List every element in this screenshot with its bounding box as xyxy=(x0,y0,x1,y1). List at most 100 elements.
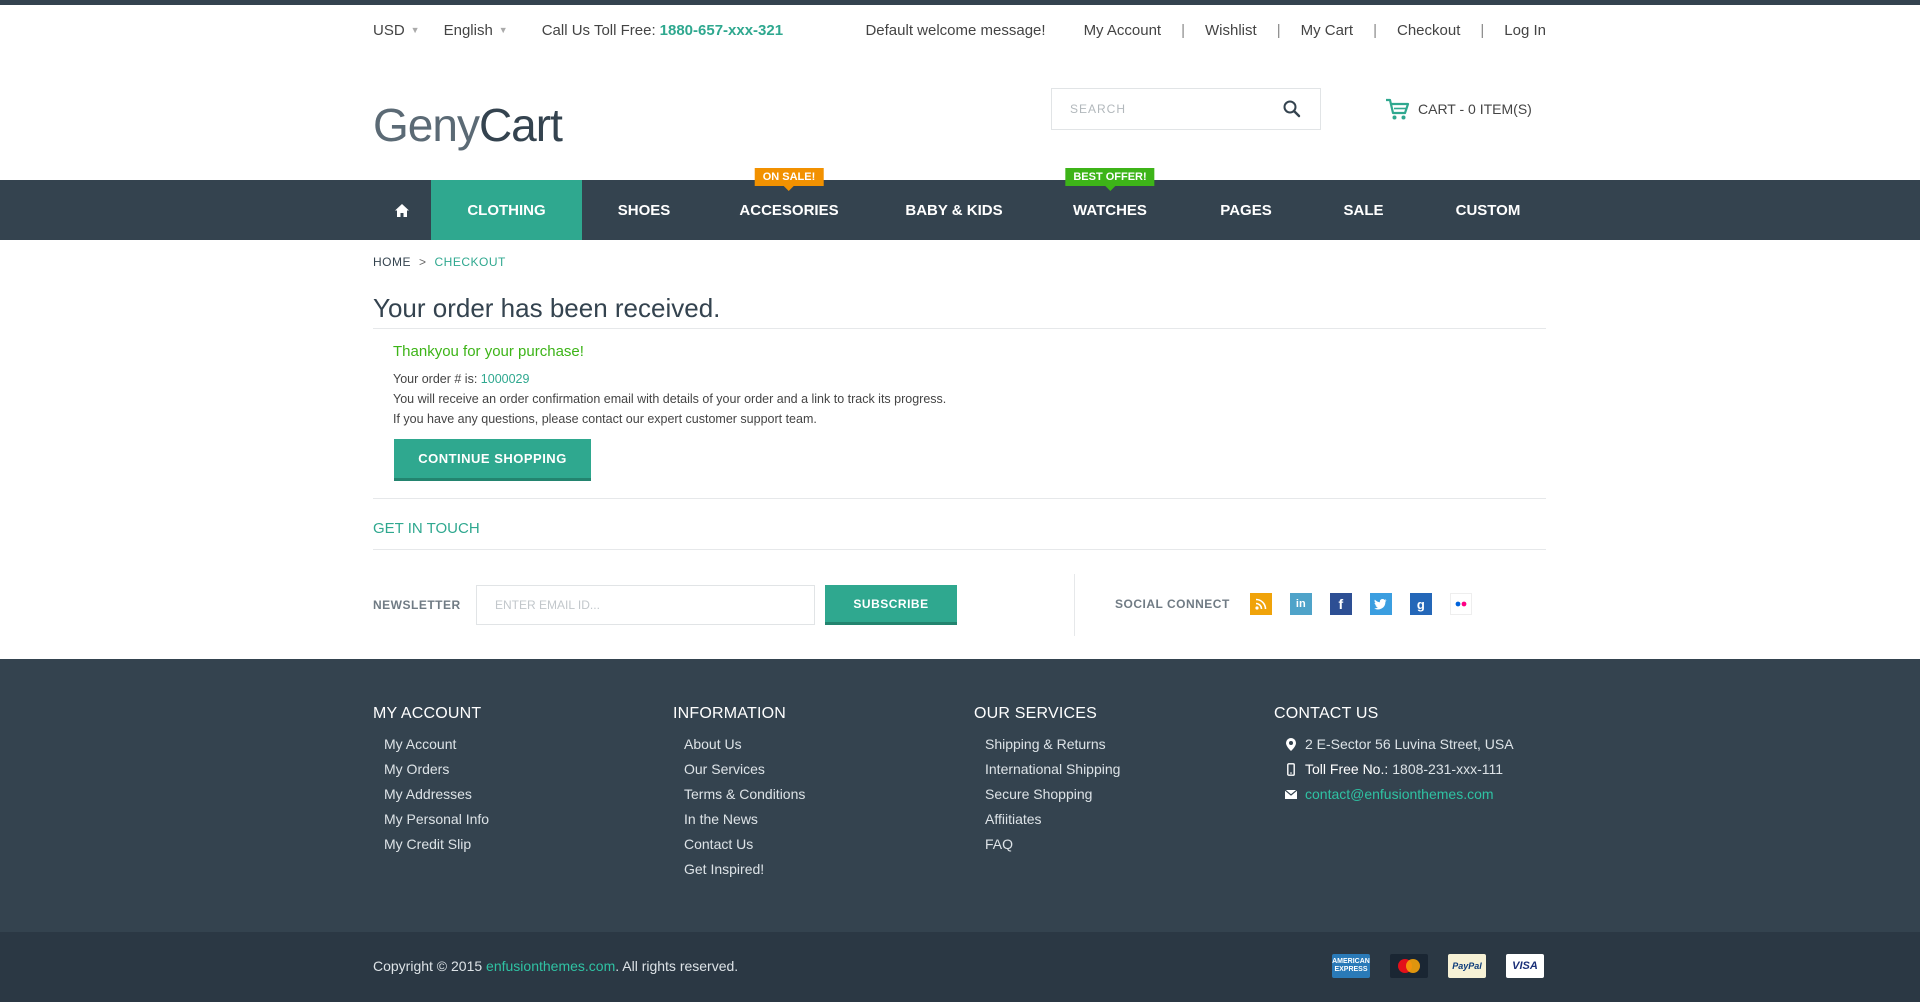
language-dropdown[interactable]: English ▼ xyxy=(444,22,508,39)
nav-pages[interactable]: PAGES xyxy=(1184,180,1308,240)
newsletter-label: NEWSLETTER xyxy=(373,598,461,612)
on-sale-badge: ON SALE! xyxy=(754,168,824,191)
facebook-icon[interactable]: f xyxy=(1329,593,1352,615)
search-input[interactable] xyxy=(1070,102,1282,116)
currency-value: USD xyxy=(373,21,405,39)
logo-bold-text: Cart xyxy=(478,99,563,151)
cart-icon xyxy=(1386,98,1410,120)
nav-home[interactable] xyxy=(373,180,431,240)
site-footer: MY ACCOUNT My Account My Orders My Addre… xyxy=(0,659,1920,932)
subscribe-button[interactable]: SUBSCRIBE xyxy=(825,585,957,625)
vertical-divider xyxy=(1074,574,1075,636)
footer-link[interactable]: My Orders xyxy=(384,757,489,782)
currency-dropdown[interactable]: USD ▼ xyxy=(373,22,420,39)
site-logo[interactable]: GenyCart xyxy=(373,98,563,152)
rss-icon[interactable] xyxy=(1249,593,1272,615)
newsletter-email-input[interactable] xyxy=(476,585,815,625)
copyright-text: Copyright © 2015 enfusionthemes.com. All… xyxy=(373,958,738,974)
footer-link[interactable]: My Personal Info xyxy=(384,807,489,832)
breadcrumb-home[interactable]: HOME xyxy=(373,255,411,269)
account-links: Default welcome message! My Account | Wi… xyxy=(865,22,1546,39)
footer-link[interactable]: FAQ xyxy=(985,832,1120,857)
email-link[interactable]: contact@enfusionthemes.com xyxy=(1305,782,1494,807)
footer-link[interactable]: About Us xyxy=(684,732,805,757)
support-text: If you have any questions, please contac… xyxy=(393,412,817,426)
nav-label: SALE xyxy=(1343,201,1384,219)
search-icon[interactable] xyxy=(1282,99,1302,119)
my-account-link[interactable]: My Account xyxy=(1084,22,1162,39)
linkedin-icon[interactable]: in xyxy=(1289,593,1312,615)
nav-label: BABY & KIDS xyxy=(905,201,1003,219)
nav-baby-kids[interactable]: BABY & KIDS xyxy=(872,180,1036,240)
login-link[interactable]: Log In xyxy=(1504,22,1546,39)
checkout-link[interactable]: Checkout xyxy=(1397,22,1460,39)
footer-link[interactable]: Terms & Conditions xyxy=(684,782,805,807)
nav-label: WATCHES xyxy=(1073,201,1147,219)
payment-methods: AMERICAN EXPRESS PayPal VISA xyxy=(1332,954,1544,978)
visa-text: VISA xyxy=(1512,960,1538,972)
nav-accessories[interactable]: ON SALE! ACCESORIES xyxy=(706,168,872,240)
language-value: English xyxy=(443,21,493,39)
my-cart-link[interactable]: My Cart xyxy=(1301,22,1354,39)
cart-label: CART - 0 ITEM(S) xyxy=(1418,101,1532,117)
footer-my-account: MY ACCOUNT My Account My Orders My Addre… xyxy=(373,705,489,857)
site-header: GenyCart CART - 0 ITEM(S) xyxy=(373,70,1546,180)
thanks-message: Thankyou for your purchase! xyxy=(393,343,584,360)
footer-link[interactable]: Get Inspired! xyxy=(684,857,805,882)
footer-heading: MY ACCOUNT xyxy=(373,705,482,722)
confirmation-text: You will receive an order confirmation e… xyxy=(393,392,947,406)
nav-shoes[interactable]: SHOES xyxy=(582,180,706,240)
nav-watches[interactable]: BEST OFFER! WATCHES xyxy=(1036,168,1184,240)
footer-link[interactable]: Our Services xyxy=(684,757,805,782)
nav-custom[interactable]: CUSTOM xyxy=(1419,180,1557,240)
divider: | xyxy=(1373,21,1377,39)
footer-link[interactable]: My Credit Slip xyxy=(384,832,489,857)
logo-light-text: Geny xyxy=(373,99,480,151)
cart-summary[interactable]: CART - 0 ITEM(S) xyxy=(1384,96,1532,122)
flickr-icon[interactable] xyxy=(1449,593,1472,615)
continue-shopping-button[interactable]: CONTINUE SHOPPING xyxy=(394,439,591,481)
nav-label: PAGES xyxy=(1220,201,1272,219)
nav-label: CUSTOM xyxy=(1455,201,1521,219)
tollfree-number: 1808-231-xxx-111 xyxy=(1392,761,1504,777)
social-connect: SOCIAL CONNECT in f g xyxy=(1115,593,1490,615)
copyright-bar: Copyright © 2015 enfusionthemes.com. All… xyxy=(0,932,1920,1002)
contact-address: 2 E-Sector 56 Luvina Street, USA xyxy=(1285,732,1514,757)
page-title: Your order has been received. xyxy=(373,293,721,323)
get-in-touch-heading: GET IN TOUCH xyxy=(373,520,480,537)
american-express-icon: AMERICAN EXPRESS xyxy=(1332,954,1370,978)
contact-email: contact@enfusionthemes.com xyxy=(1285,782,1514,807)
main-navigation: CLOTHING SHOES ON SALE! ACCESORIES BABY … xyxy=(0,168,1920,240)
divider xyxy=(373,498,1546,499)
divider: | xyxy=(1181,21,1186,39)
footer-link[interactable]: Shipping & Returns xyxy=(985,732,1120,757)
order-number-link[interactable]: 1000029 xyxy=(481,372,530,386)
footer-link[interactable]: Affiitiates xyxy=(985,807,1120,832)
footer-link[interactable]: International Shipping xyxy=(985,757,1120,782)
mastercard-icon xyxy=(1390,954,1428,978)
phone-label: Call Us Toll Free: xyxy=(541,21,656,39)
contact-phone: Toll Free No.: 1808-231-xxx-111 xyxy=(1285,757,1514,782)
footer-link[interactable]: Secure Shopping xyxy=(985,782,1120,807)
footer-link[interactable]: Contact Us xyxy=(684,832,805,857)
nav-label: SHOES xyxy=(617,201,671,219)
address-text: 2 E-Sector 56 Luvina Street, USA xyxy=(1305,736,1514,752)
search-box xyxy=(1051,88,1321,130)
top-bar: USD ▼ English ▼ Call Us Toll Free: 1880-… xyxy=(373,5,1546,55)
best-offer-badge: BEST OFFER! xyxy=(1065,168,1155,191)
footer-link[interactable]: My Account xyxy=(384,732,489,757)
footer-heading: OUR SERVICES xyxy=(974,705,1098,722)
divider: | xyxy=(1276,21,1281,39)
company-link[interactable]: enfusionthemes.com xyxy=(486,958,615,974)
twitter-icon[interactable] xyxy=(1369,593,1392,615)
footer-our-services: OUR SERVICES Shipping & Returns Internat… xyxy=(974,705,1120,857)
nav-sale[interactable]: SALE xyxy=(1308,180,1419,240)
visa-icon: VISA xyxy=(1506,954,1544,978)
amex-text: AMERICAN EXPRESS xyxy=(1332,958,1370,973)
footer-link[interactable]: My Addresses xyxy=(384,782,489,807)
google-plus-icon[interactable]: g xyxy=(1409,593,1432,615)
wishlist-link[interactable]: Wishlist xyxy=(1205,22,1257,39)
nav-label: CLOTHING xyxy=(467,201,546,219)
footer-link[interactable]: In the News xyxy=(684,807,805,832)
nav-clothing[interactable]: CLOTHING xyxy=(431,180,582,240)
